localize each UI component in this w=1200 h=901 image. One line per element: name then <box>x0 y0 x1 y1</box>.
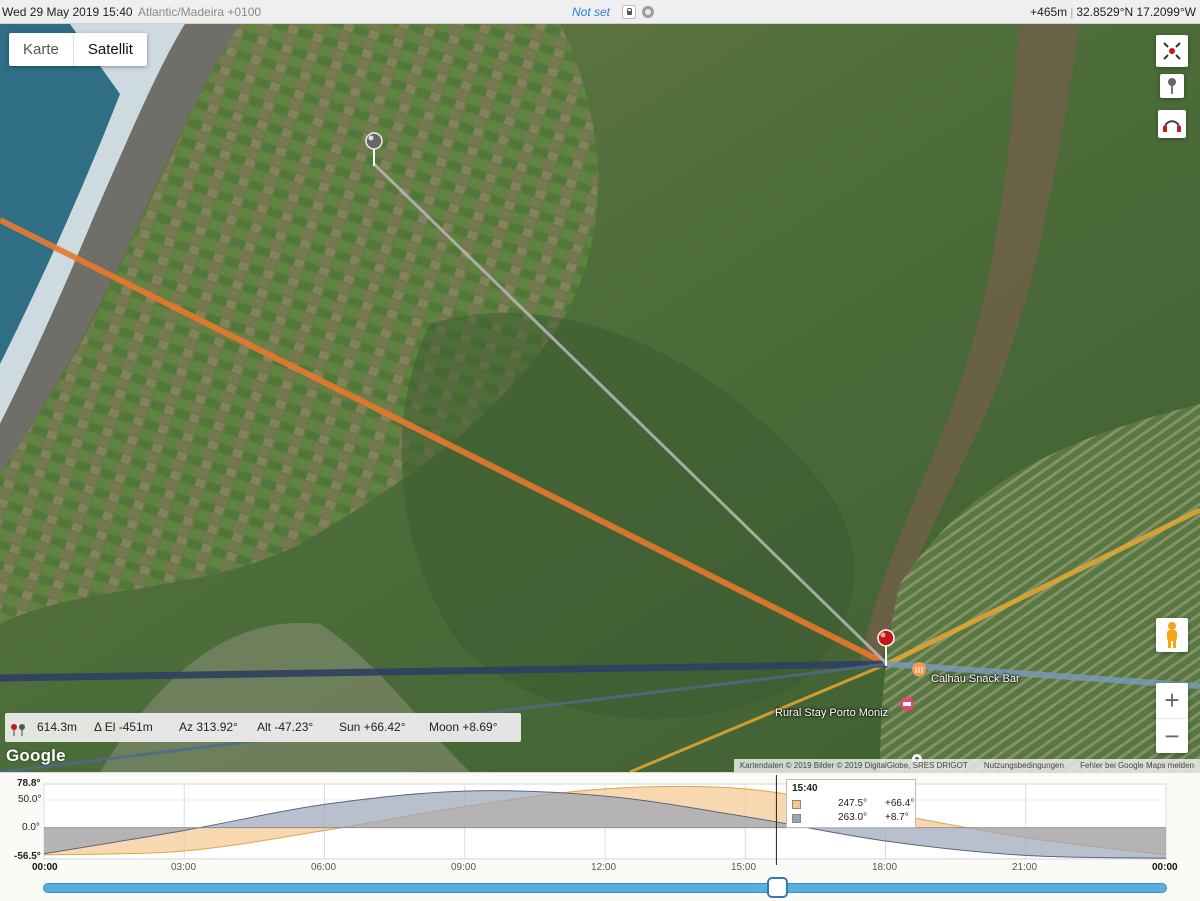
delta-elevation-value: Δ El -451m <box>94 720 153 734</box>
x-label-1500: 15:00 <box>731 862 757 873</box>
chart-tooltip: 15:40 247.5° +66.4° 263.0° +8.7° <box>786 779 916 828</box>
x-label-0900: 09:00 <box>451 862 477 873</box>
x-label-0300: 03:00 <box>171 862 197 873</box>
tooltip-moon-azimuth: 263.0° <box>838 812 868 823</box>
coordinates-value: 32.8529°N 17.2099°W <box>1076 5 1196 19</box>
fullscreen-markers-icon[interactable] <box>1156 35 1188 67</box>
lock-icon[interactable] <box>622 5 636 19</box>
azimuth-value: Az 313.92° <box>179 720 238 734</box>
map-type-karte-button[interactable]: Karte <box>9 33 73 66</box>
y-label-max: 78.8° <box>17 778 41 789</box>
distance-value: 614.3m <box>37 720 78 734</box>
attribution-data: Kartendaten © 2019 Bilder © 2019 Digital… <box>739 761 968 770</box>
top-status-bar: Wed 29 May 2019 15:40 Atlantic/Madeira +… <box>0 0 1200 24</box>
x-label-2100: 21:00 <box>1012 862 1038 873</box>
separator: | <box>1070 5 1074 19</box>
distance-pins-icon <box>10 720 26 736</box>
chart-plot <box>43 775 1167 865</box>
x-label-1200: 12:00 <box>591 862 617 873</box>
time-slider-track[interactable] <box>43 883 1167 893</box>
x-label-0600: 06:00 <box>311 862 337 873</box>
map-type-control: Karte Satellit <box>9 33 147 66</box>
poi-rural-stay-porto-moniz[interactable]: Rural Stay Porto Moniz <box>775 707 888 719</box>
sun-swatch <box>792 800 801 809</box>
timezone-label: Atlantic/Madeira +0100 <box>138 5 262 19</box>
headphones-icon[interactable] <box>1158 110 1186 138</box>
satellite-map[interactable]: Karte Satellit + − Calhau Snack Bar Rura… <box>0 24 1200 772</box>
google-logo: Google <box>6 746 66 765</box>
status-not-set[interactable]: Not set <box>572 0 610 24</box>
map-type-satellit-button[interactable]: Satellit <box>72 33 147 66</box>
tooltip-time: 15:40 <box>792 783 818 794</box>
x-label-0000: 00:00 <box>32 862 58 873</box>
ring-toggle-icon[interactable] <box>642 6 654 18</box>
elevation-value: +465m <box>1030 5 1068 19</box>
y-label-zero: 0.0° <box>22 822 40 833</box>
zoom-control: + − <box>1156 683 1188 753</box>
altitude-value: Alt -47.23° <box>257 720 314 734</box>
zoom-out-button[interactable]: − <box>1156 718 1188 753</box>
tooltip-sun-altitude: +66.4° <box>885 798 915 809</box>
moon-swatch <box>792 814 801 823</box>
terms-link[interactable]: Nutzungsbedingungen <box>984 761 1064 770</box>
pin-icon[interactable] <box>1160 74 1184 98</box>
tooltip-sun-azimuth: 247.5° <box>838 798 868 809</box>
zoom-in-button[interactable]: + <box>1156 683 1188 718</box>
location-readout: +465m | 32.8529°N 17.2099°W <box>1030 0 1196 24</box>
x-label-1800: 18:00 <box>872 862 898 873</box>
sun-altitude-value: Sun +66.42° <box>339 720 406 734</box>
sun-moon-altitude-chart[interactable]: 78.8° 50.0° 0.0° -56.5° 00:00 03:00 06:0… <box>0 772 1200 901</box>
tooltip-moon-altitude: +8.7° <box>885 812 909 823</box>
time-slider-knob[interactable] <box>767 877 788 898</box>
pegman-icon[interactable] <box>1156 618 1188 652</box>
poi-calhau-snack-bar[interactable]: Calhau Snack Bar <box>931 673 1020 685</box>
x-label-2400: 00:00 <box>1152 862 1178 873</box>
report-error-link[interactable]: Fehler bei Google Maps melden <box>1080 761 1194 770</box>
measurement-info-bar: 614.3m Δ El -451m Az 313.92° Alt -47.23°… <box>5 713 521 742</box>
y-label-min: -56.5° <box>14 851 41 862</box>
map-attribution: Kartendaten © 2019 Bilder © 2019 Digital… <box>733 759 1200 772</box>
moon-altitude-value: Moon +8.69° <box>429 720 498 734</box>
datetime-label[interactable]: Wed 29 May 2019 15:40 <box>2 0 133 24</box>
hotel-icon[interactable] <box>900 697 914 711</box>
satellite-imagery <box>0 24 1200 772</box>
y-label-50: 50.0° <box>18 794 42 805</box>
